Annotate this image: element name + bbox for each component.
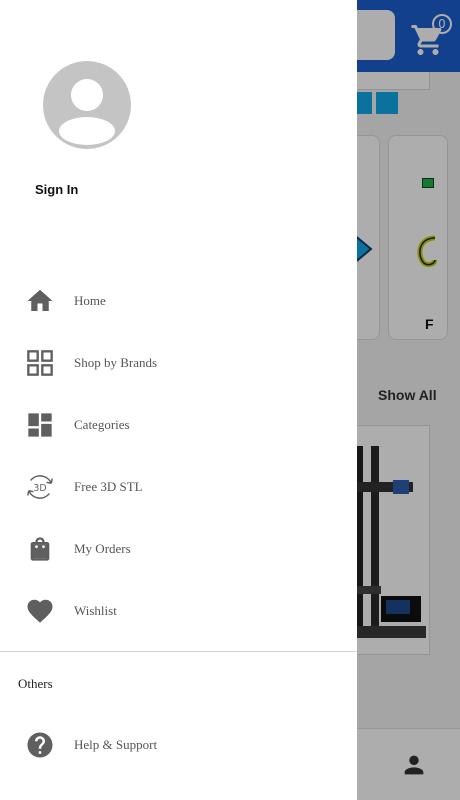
- drawer-menu: Home Shop by Brands Categories 3D Free 3…: [0, 270, 357, 642]
- help-icon: [25, 730, 55, 760]
- menu-item-label: Help & Support: [74, 737, 158, 752]
- 3d-rotate-icon: 3D: [25, 472, 55, 502]
- menu-item-label: Free 3D STL: [74, 479, 143, 494]
- menu-item-label: My Orders: [74, 541, 131, 556]
- grid-icon: [25, 348, 55, 378]
- svg-text:3D: 3D: [33, 483, 46, 494]
- menu-item-categories[interactable]: Categories: [0, 394, 357, 456]
- avatar[interactable]: [43, 61, 131, 149]
- menu-item-label: Shop by Brands: [74, 355, 158, 370]
- menu-item-my-orders[interactable]: My Orders: [0, 518, 357, 580]
- user-avatar-icon: [59, 79, 115, 145]
- menu-item-label: Wishlist: [74, 603, 117, 618]
- menu-item-help-support[interactable]: Help & Support: [0, 714, 357, 776]
- menu-item-wishlist[interactable]: Wishlist: [0, 580, 357, 642]
- menu-item-label: Categories: [74, 417, 130, 432]
- menu-item-home[interactable]: Home: [0, 270, 357, 332]
- home-icon: [25, 286, 55, 316]
- navigation-drawer: Sign In Home Shop by Brands Categories 3…: [0, 0, 357, 800]
- heart-icon: [25, 596, 55, 626]
- shopping-bag-icon: [25, 534, 55, 564]
- dashboard-icon: [25, 410, 55, 440]
- section-header-others: Others: [18, 676, 53, 691]
- menu-item-shop-by-brands[interactable]: Shop by Brands: [0, 332, 357, 394]
- sign-in-link[interactable]: Sign In: [35, 182, 78, 197]
- menu-item-label: Home: [74, 293, 106, 308]
- menu-item-free-3d-stl[interactable]: 3D Free 3D STL: [0, 456, 357, 518]
- section-divider: [0, 651, 357, 652]
